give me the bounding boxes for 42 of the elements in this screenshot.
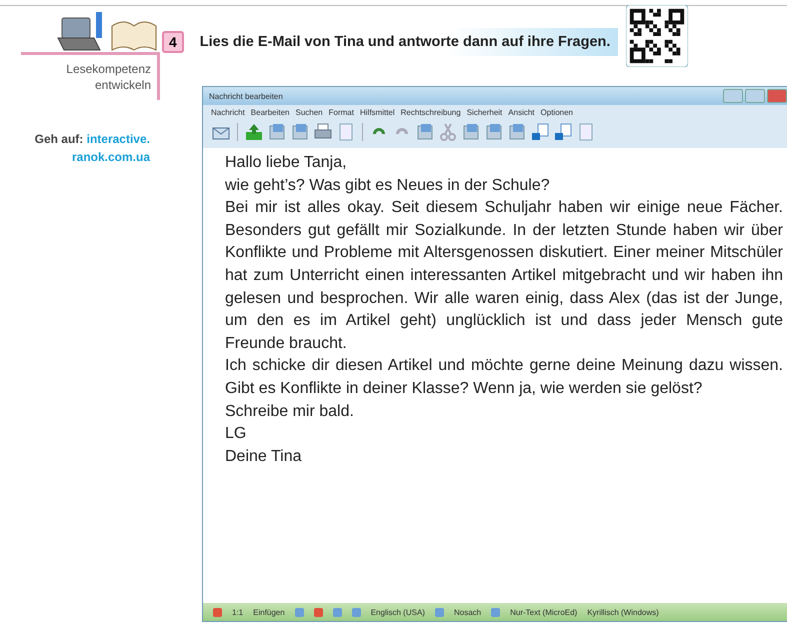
menu-item[interactable]: Optionen (540, 108, 573, 117)
status-text: Nur-Text (MicroEd) (510, 608, 578, 616)
status-icon (213, 608, 222, 616)
status-text: Einfügen (253, 608, 285, 616)
email-text: Deine Tina (225, 446, 302, 467)
email-text: Hallo liebe Tanja, (225, 153, 348, 173)
status-text: Kyrillisch (Windows) (587, 608, 659, 616)
scissors-icon[interactable] (438, 122, 458, 142)
email-text: Schreibe mir bald. (225, 402, 355, 422)
upload-icon[interactable] (244, 122, 264, 142)
menu-item[interactable]: Format (328, 108, 354, 117)
menu-item[interactable]: Bearbeiten (250, 108, 290, 117)
section-label: Lesekompetenz entwickeln (66, 61, 151, 93)
exercise-number: 4 (162, 31, 184, 53)
menu-item[interactable]: Sicherheit (466, 108, 502, 117)
status-text: 1:1 (232, 608, 244, 616)
email-text: Bei mir ist alles okay. Seit diesem Schuljahr haben wir einige neue Fächer. Besonders gut gefällt mir Sozialkunde. In der letzten Stunde haben wir über Konflikte und Probleme mit Altersgenossen diskutiert. Einer meiner Mitschüler hat zum Unterricht einen interessanten Artikel mitgebracht und wir haben ihn gelesen und besprochen. Wir alle waren einig, dass Alex (das ist der Junge, um den es im Artikel geht) unglücklich ist und dass jeder Mensch gute Freunde braucht. (225, 198, 783, 354)
status-text: Englisch (USA) (370, 608, 425, 616)
menu-item[interactable]: Suchen (296, 108, 323, 117)
status-text: Nosach (454, 608, 482, 616)
doc-icon[interactable] (461, 122, 481, 142)
doc-icon[interactable] (415, 122, 435, 142)
doc-icon[interactable] (507, 122, 527, 142)
email-body[interactable] (203, 148, 787, 603)
menu-item[interactable]: Hilfsmittel (360, 108, 395, 117)
maximize-button[interactable] (745, 89, 765, 103)
doc-icon[interactable] (290, 122, 310, 142)
qr-code (626, 5, 688, 67)
status-icon[interactable] (491, 608, 500, 616)
menu-item[interactable]: Ansicht (508, 108, 535, 117)
menu-item[interactable]: Nachricht (211, 108, 245, 117)
doc-icon[interactable] (267, 122, 287, 142)
doc-icon[interactable] (484, 122, 504, 142)
status-icon[interactable] (434, 608, 444, 616)
menu-item[interactable]: Rechtschreibung (400, 108, 461, 117)
minimize-button[interactable] (723, 89, 743, 103)
close-button[interactable] (767, 89, 787, 103)
email-text: LG (225, 424, 248, 444)
email-text: wie geht’s? Was gibt es Neues in der Schule? (225, 176, 551, 196)
email-text: Ich schicke dir diesen Artikel und möchte gerne deine Meinung dazu wissen. Gibt es Konflikte in deiner Klasse? Wenn ja, wie werden sie gelöst? (225, 356, 783, 399)
link-label: Geh auf: (34, 132, 84, 146)
window-title: Nachricht bearbeiten (209, 92, 283, 100)
